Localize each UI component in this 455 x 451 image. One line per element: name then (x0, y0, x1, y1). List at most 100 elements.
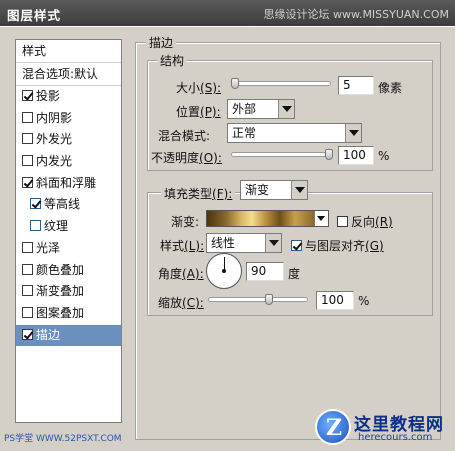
watermark-right-url: herecours.com (358, 432, 433, 443)
scale-unit: % (358, 294, 370, 308)
title-bar: 图层样式 思缘设计论坛 www.MISSYUAN.COM (0, 0, 455, 26)
inner-glow-checkbox[interactable] (22, 155, 33, 167)
style-item-drop-shadow[interactable]: 投影 (16, 86, 121, 108)
texture-checkbox[interactable] (30, 220, 41, 232)
position-label: 位置(P): (176, 103, 221, 120)
styles-header[interactable]: 样式 (16, 40, 121, 63)
fill-type-select[interactable]: 渐变 (240, 180, 308, 200)
fill-type-value: 渐变 (245, 183, 270, 197)
stroke-checkbox[interactable] (22, 328, 33, 340)
gradient-style-select[interactable]: 线性 (206, 233, 282, 253)
angle-dial[interactable] (206, 253, 242, 289)
gradient-style-value: 线性 (211, 236, 236, 250)
size-input[interactable]: 5 (338, 76, 374, 95)
angle-label: 角度(A): (158, 265, 204, 282)
style-item-label: 光泽 (36, 240, 61, 255)
style-item-label: 投影 (36, 89, 61, 103)
pattern-overlay-checkbox[interactable] (22, 306, 33, 318)
reverse-key: (R) (375, 215, 393, 229)
angle-unit: 度 (288, 267, 301, 281)
style-item-inner-glow[interactable]: 内发光 (16, 151, 121, 173)
site-logo: Z (315, 409, 351, 445)
stroke-section-title: 描边 (146, 34, 177, 51)
chevron-down-icon (278, 100, 294, 118)
scale-slider-track[interactable] (208, 297, 308, 302)
style-item-label: 图案叠加 (36, 305, 85, 320)
align-with-layer-checkbox[interactable] (291, 240, 302, 251)
scale-slider-thumb[interactable] (265, 294, 273, 305)
style-item-texture[interactable]: 纹理 (16, 216, 121, 238)
size-slider-thumb[interactable] (231, 78, 239, 89)
fill-type-label: 填充类型(F): (161, 185, 236, 202)
blend-mode-select[interactable]: 正常 (227, 123, 362, 143)
opacity-slider-track[interactable] (231, 152, 331, 157)
structure-title: 结构 (157, 52, 188, 69)
position-label-text: 位置 (176, 105, 201, 119)
style-item-pattern-overlay[interactable]: 图案叠加 (16, 303, 121, 325)
fill-type-label-text: 填充类型 (164, 187, 213, 201)
style-item-color-overlay[interactable]: 颜色叠加 (16, 260, 121, 282)
align-with-layer-label: 与图层对齐 (305, 239, 366, 253)
inner-shadow-checkbox[interactable] (22, 111, 33, 123)
reverse-checkbox[interactable] (337, 216, 348, 227)
opacity-label: 不透明度(O): (151, 149, 222, 166)
opacity-key: (O): (199, 151, 222, 165)
size-slider-track[interactable] (231, 81, 331, 86)
chevron-down-icon[interactable] (314, 211, 328, 226)
style-item-label: 渐变叠加 (36, 284, 85, 299)
bevel-emboss-checkbox[interactable] (22, 176, 33, 188)
scale-label-text: 缩放 (158, 296, 183, 310)
chevron-down-icon (265, 234, 281, 252)
angle-input[interactable]: 90 (246, 262, 284, 281)
gradient-picker[interactable] (206, 210, 329, 227)
angle-dial-center (222, 269, 226, 273)
style-item-gradient-overlay[interactable]: 渐变叠加 (16, 281, 121, 303)
position-value: 外部 (232, 102, 257, 116)
size-label-text: 大小 (176, 81, 201, 95)
reverse-option[interactable]: 反向(R) (337, 213, 393, 230)
chevron-down-icon (345, 124, 361, 142)
dialog-body: 样式 混合选项:默认 投影 内阴影 外发光 内发光 斜面和浮雕 等高线 纹理 光… (0, 26, 455, 451)
contour-checkbox[interactable] (30, 198, 41, 210)
style-item-label: 内阴影 (36, 110, 73, 125)
style-item-stroke[interactable]: 描边 (16, 324, 121, 347)
style-item-satin[interactable]: 光泽 (16, 238, 121, 260)
style-label: 样式(L): (160, 237, 204, 254)
style-item-bevel-emboss[interactable]: 斜面和浮雕 (16, 173, 121, 195)
gradient-preview[interactable] (207, 211, 314, 226)
position-select[interactable]: 外部 (227, 99, 295, 119)
outer-glow-checkbox[interactable] (22, 133, 33, 145)
scale-label: 缩放(C): (158, 294, 204, 311)
reverse-label: 反向 (351, 215, 376, 229)
gradient-overlay-checkbox[interactable] (22, 285, 33, 297)
style-item-label: 外发光 (36, 132, 73, 147)
style-item-inner-shadow[interactable]: 内阴影 (16, 108, 121, 130)
style-item-label: 颜色叠加 (36, 262, 85, 277)
blend-mode-label: 混合模式: (158, 129, 211, 143)
fill-type-key: (F): (212, 187, 233, 201)
scale-input[interactable]: 100 (316, 291, 354, 310)
color-overlay-checkbox[interactable] (22, 263, 33, 275)
opacity-slider-thumb[interactable] (325, 149, 333, 160)
watermark-left: PS学堂 WWW.52PSXT.COM (4, 434, 122, 444)
styles-panel: 样式 混合选项:默认 投影 内阴影 外发光 内发光 斜面和浮雕 等高线 纹理 光… (15, 39, 122, 423)
blend-options-item[interactable]: 混合选项:默认 (16, 63, 121, 86)
angle-label-text: 角度 (158, 267, 183, 281)
style-item-label: 内发光 (36, 154, 73, 169)
chevron-down-icon (291, 181, 307, 199)
style-item-label: 纹理 (44, 219, 69, 234)
window-title: 图层样式 (7, 8, 62, 23)
satin-checkbox[interactable] (22, 241, 33, 253)
blend-mode-value: 正常 (232, 126, 257, 140)
site-logo-letter: Z (326, 415, 343, 441)
style-label-text: 样式 (160, 239, 185, 253)
style-item-label: 等高线 (44, 197, 81, 212)
align-with-layer-option[interactable]: 与图层对齐(G) (291, 237, 384, 254)
style-item-contour[interactable]: 等高线 (16, 194, 121, 216)
drop-shadow-checkbox[interactable] (22, 90, 33, 101)
opacity-input[interactable]: 100 (338, 146, 374, 165)
style-item-outer-glow[interactable]: 外发光 (16, 129, 121, 151)
style-item-label: 描边 (36, 327, 61, 342)
style-item-label: 斜面和浮雕 (36, 175, 97, 190)
size-label: 大小(S): (176, 79, 221, 96)
